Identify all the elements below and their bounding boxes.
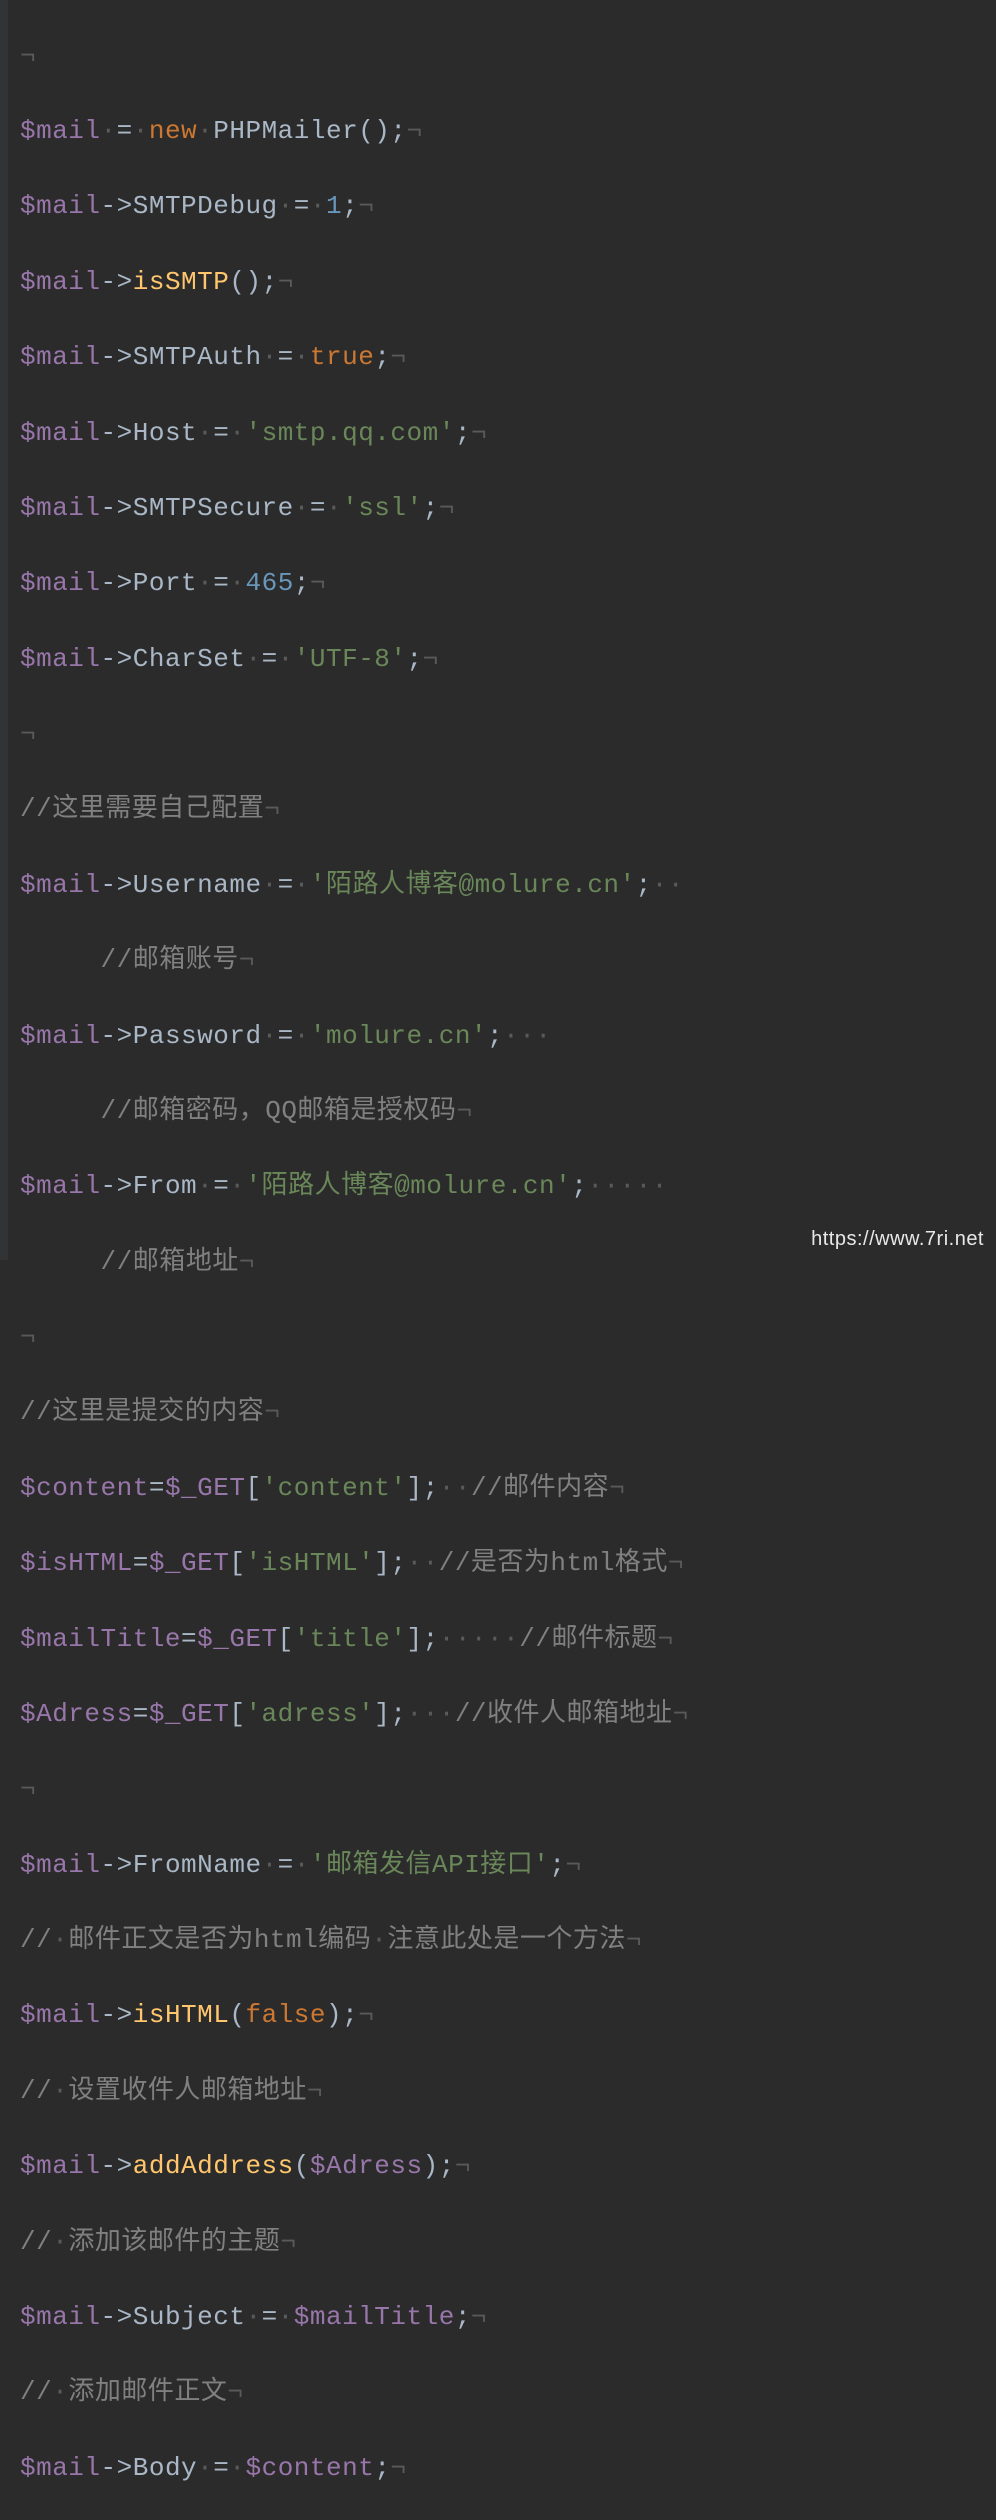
code-line: $mail->FromName·=·'邮箱发信API接口';¬ bbox=[20, 1847, 996, 1885]
code-line: //·设置收件人邮箱地址¬ bbox=[20, 2073, 996, 2111]
code-line: $mail·=·new·PHPMailer();¬ bbox=[20, 113, 996, 151]
code-line: $mail->Port·=·465;¬ bbox=[20, 565, 996, 603]
code-line: $content=$_GET['content'];··//邮件内容¬ bbox=[20, 1470, 996, 1508]
code-line: //这里是提交的内容¬ bbox=[20, 1394, 996, 1432]
code-line: ¬ bbox=[20, 1319, 996, 1357]
code-line: //邮箱密码，QQ邮箱是授权码¬ bbox=[20, 1093, 996, 1131]
code-line: $mail->Host·=·'smtp.qq.com';¬ bbox=[20, 415, 996, 453]
code-line: //邮箱账号¬ bbox=[20, 942, 996, 980]
code-line: $isHTML=$_GET['isHTML'];··//是否为html格式¬ bbox=[20, 1545, 996, 1583]
code-line: $Adress=$_GET['adress'];···//收件人邮箱地址¬ bbox=[20, 1696, 996, 1734]
code-line: //·添加邮件正文¬ bbox=[20, 2374, 996, 2412]
code-line: ¬ bbox=[20, 716, 996, 754]
code-line: $mail->CharSet·=·'UTF-8';¬ bbox=[20, 641, 996, 679]
code-line: $mail->SMTPDebug·=·1;¬ bbox=[20, 188, 996, 226]
code-line: $mail->SMTPSecure·=·'ssl';¬ bbox=[20, 490, 996, 528]
code-line: $mail->Subject·=·$mailTitle;¬ bbox=[20, 2299, 996, 2337]
code-line: //·邮件正文是否为html编码·注意此处是一个方法¬ bbox=[20, 1922, 996, 1960]
code-line: $mail->isHTML(false);¬ bbox=[20, 1997, 996, 2035]
code-line: $mail->Password·=·'molure.cn';··· bbox=[20, 1018, 996, 1056]
code-line: $mail->From·=·'陌路人博客@molure.cn';····· bbox=[20, 1168, 996, 1206]
code-line: //·添加该邮件的主题¬ bbox=[20, 2224, 996, 2262]
code-line: $mailTitle=$_GET['title'];·····//邮件标题¬ bbox=[20, 1621, 996, 1659]
code-line: ¬ bbox=[20, 38, 996, 76]
code-line: $mail->SMTPAuth·=·true;¬ bbox=[20, 339, 996, 377]
code-line: //这里需要自己配置¬ bbox=[20, 791, 996, 829]
code-editor[interactable]: ¬ $mail·=·new·PHPMailer();¬ $mail->SMTPD… bbox=[0, 0, 996, 2520]
code-line: $mail->addAddress($Adress);¬ bbox=[20, 2148, 996, 2186]
code-line: ¬ bbox=[20, 1771, 996, 1809]
watermark-text: https://www.7ri.net bbox=[811, 1225, 984, 1254]
code-line: $mail->isSMTP();¬ bbox=[20, 264, 996, 302]
code-line: $mail->Body·=·$content;¬ bbox=[20, 2450, 996, 2488]
code-line: $mail->Username·=·'陌路人博客@molure.cn';·· bbox=[20, 867, 996, 905]
editor-gutter bbox=[0, 0, 8, 1260]
